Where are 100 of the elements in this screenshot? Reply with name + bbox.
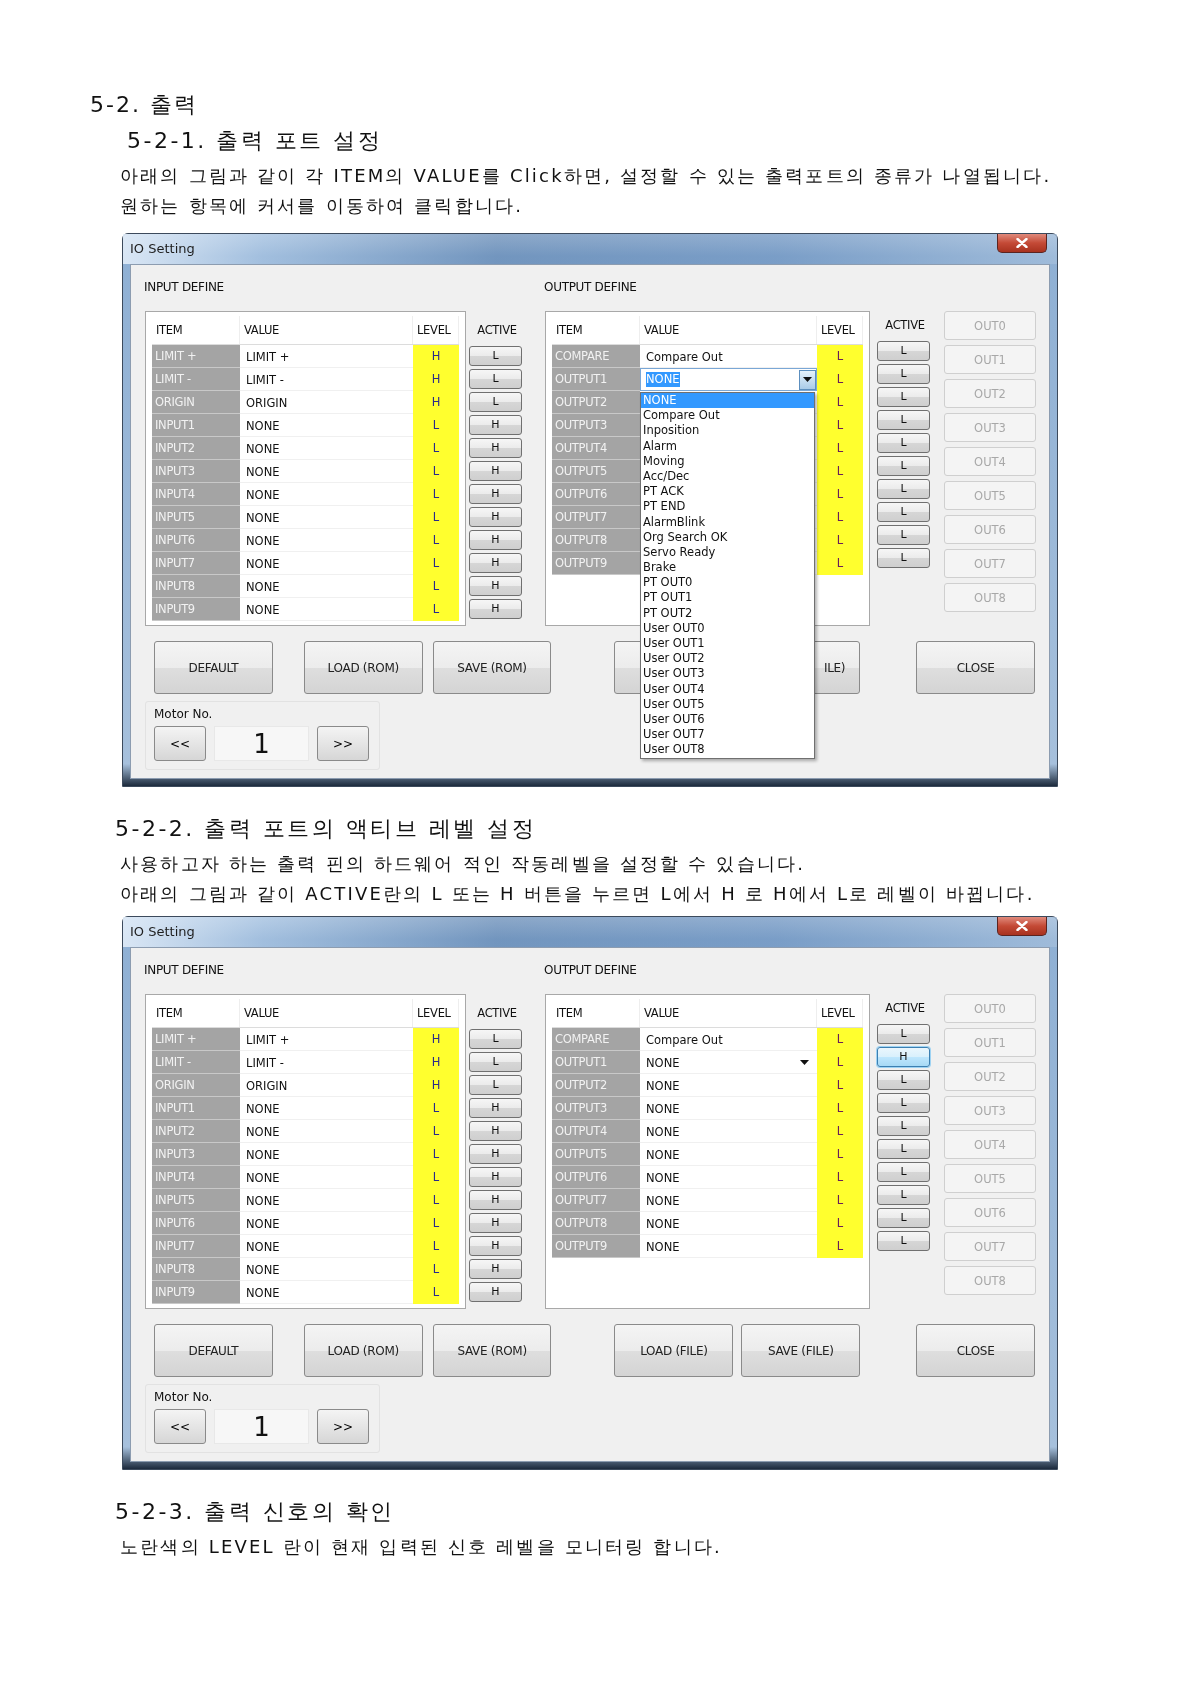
- action-button[interactable]: LOAD (ROM): [303, 641, 423, 694]
- toggle-button[interactable]: H: [469, 1189, 522, 1210]
- close-button[interactable]: [997, 917, 1047, 936]
- dropdown-option[interactable]: User OUT8: [641, 742, 814, 758]
- dropdown-option[interactable]: AlarmBlink: [641, 514, 814, 530]
- action-button[interactable]: CLOSE: [916, 1324, 1035, 1377]
- column-header: ITEM: [552, 316, 640, 344]
- dropdown-option[interactable]: Inposition: [641, 423, 814, 439]
- dropdown-option[interactable]: Compare Out: [641, 408, 814, 424]
- level-cell: H: [413, 1074, 459, 1097]
- level-cell: L: [817, 1143, 863, 1166]
- dropdown-option[interactable]: PT OUT1: [641, 590, 814, 606]
- action-button[interactable]: SAVE (FILE): [741, 1324, 861, 1377]
- action-button[interactable]: CLOSE: [916, 641, 1035, 694]
- toggle-button[interactable]: H: [469, 552, 522, 573]
- dropdown-option[interactable]: PT OUT0: [641, 575, 814, 591]
- toggle-button[interactable]: L: [877, 1138, 930, 1159]
- previous-button[interactable]: <<: [154, 726, 206, 761]
- body-text: 원하는 항목에 커서를 이동하여 클릭합니다.: [120, 194, 525, 218]
- dropdown-option[interactable]: User OUT6: [641, 711, 814, 728]
- toggle-button[interactable]: L: [877, 409, 930, 430]
- dropdown-option[interactable]: PT OUT2: [641, 605, 814, 621]
- toggle-button[interactable]: H: [469, 575, 522, 596]
- toggle-button[interactable]: H: [469, 437, 522, 458]
- toggle-button[interactable]: H: [469, 529, 522, 550]
- combo-box[interactable]: NONE: [640, 1051, 817, 1074]
- close-icon: [1016, 238, 1028, 248]
- toggle-button[interactable]: H: [469, 1258, 522, 1279]
- toggle-button[interactable]: L: [877, 1207, 930, 1228]
- toggle-button[interactable]: L: [877, 1161, 930, 1182]
- level-cell: L: [413, 437, 459, 460]
- toggle-button[interactable]: L: [877, 1115, 930, 1136]
- toggle-button[interactable]: L: [877, 1184, 930, 1205]
- dropdown-option[interactable]: Org Search OK: [641, 529, 814, 545]
- next-button[interactable]: >>: [317, 1409, 369, 1444]
- action-button[interactable]: DEFAULT: [154, 1324, 273, 1377]
- toggle-button[interactable]: H: [469, 1212, 522, 1233]
- toggle-button[interactable]: L: [469, 368, 522, 389]
- dropdown-option[interactable]: Alarm: [641, 438, 814, 454]
- table-cell-text: ORIGIN: [245, 394, 289, 412]
- table-cell-text: NONE: [645, 1238, 681, 1256]
- toggle-button[interactable]: H: [469, 1281, 522, 1302]
- dropdown-option[interactable]: Servo Ready: [641, 544, 814, 561]
- toggle-button[interactable]: L: [469, 345, 522, 366]
- toggle-button[interactable]: H: [469, 460, 522, 481]
- toggle-button[interactable]: L: [877, 1230, 930, 1251]
- dropdown-option[interactable]: User OUT7: [641, 727, 814, 743]
- toggle-button[interactable]: H: [877, 1046, 930, 1067]
- dropdown-option[interactable]: User OUT2: [641, 651, 814, 667]
- toggle-button[interactable]: H: [469, 598, 522, 619]
- toggle-button[interactable]: L: [877, 524, 930, 545]
- toggle-button[interactable]: H: [469, 1120, 522, 1141]
- toggle-button[interactable]: H: [469, 1097, 522, 1118]
- row-label: COMPARE: [552, 1028, 640, 1051]
- row-label: OUTPUT7: [552, 1189, 640, 1212]
- row-label: OUTPUT4: [552, 437, 640, 460]
- dropdown-option[interactable]: Acc/Dec: [641, 468, 814, 485]
- toggle-button[interactable]: L: [877, 547, 930, 568]
- toggle-button[interactable]: L: [877, 1023, 930, 1044]
- toggle-button[interactable]: L: [877, 455, 930, 476]
- toggle-button[interactable]: L: [469, 1051, 522, 1072]
- dropdown-option[interactable]: PT ACK: [641, 484, 814, 500]
- toggle-button[interactable]: L: [877, 501, 930, 522]
- action-button[interactable]: LOAD (ROM): [303, 1324, 423, 1377]
- toggle-button[interactable]: L: [877, 478, 930, 499]
- action-button[interactable]: SAVE (ROM): [432, 641, 552, 694]
- action-button[interactable]: SAVE (ROM): [432, 1324, 552, 1377]
- action-button[interactable]: LOAD (FILE): [614, 1324, 734, 1377]
- dropdown-option[interactable]: PT END: [641, 499, 814, 515]
- dropdown-option[interactable]: Brake: [641, 560, 814, 576]
- toggle-button[interactable]: L: [877, 340, 930, 361]
- dropdown-option[interactable]: User OUT0: [641, 620, 814, 636]
- toggle-button[interactable]: L: [877, 363, 930, 384]
- toggle-button[interactable]: H: [469, 506, 522, 527]
- dropdown-option[interactable]: Moving: [641, 453, 814, 469]
- toggle-button[interactable]: L: [877, 432, 930, 453]
- dropdown-option[interactable]: User OUT4: [641, 681, 814, 697]
- toggle-button[interactable]: L: [877, 1069, 930, 1090]
- toggle-button[interactable]: H: [469, 483, 522, 504]
- toggle-button[interactable]: H: [469, 414, 522, 435]
- toggle-button[interactable]: L: [469, 391, 522, 412]
- dropdown-option[interactable]: User OUT5: [641, 696, 814, 712]
- dropdown-option[interactable]: User OUT1: [641, 636, 814, 652]
- dropdown-option[interactable]: User OUT3: [641, 666, 814, 682]
- toggle-button[interactable]: L: [877, 386, 930, 407]
- toggle-button[interactable]: L: [469, 1028, 522, 1049]
- previous-button[interactable]: <<: [154, 1409, 206, 1444]
- toggle-button[interactable]: L: [877, 1092, 930, 1113]
- table-cell-text: LIMIT +: [245, 1031, 291, 1049]
- level-cell: L: [413, 1235, 459, 1258]
- table-cell-text: NONE: [245, 486, 281, 504]
- dropdown-button[interactable]: [799, 369, 816, 390]
- next-button[interactable]: >>: [317, 726, 369, 761]
- toggle-button[interactable]: L: [469, 1074, 522, 1095]
- toggle-button[interactable]: H: [469, 1235, 522, 1256]
- toggle-button[interactable]: H: [469, 1166, 522, 1187]
- close-button[interactable]: [997, 234, 1047, 253]
- action-button[interactable]: DEFAULT: [154, 641, 273, 694]
- table-cell-text: NONE: [245, 509, 281, 527]
- toggle-button[interactable]: H: [469, 1143, 522, 1164]
